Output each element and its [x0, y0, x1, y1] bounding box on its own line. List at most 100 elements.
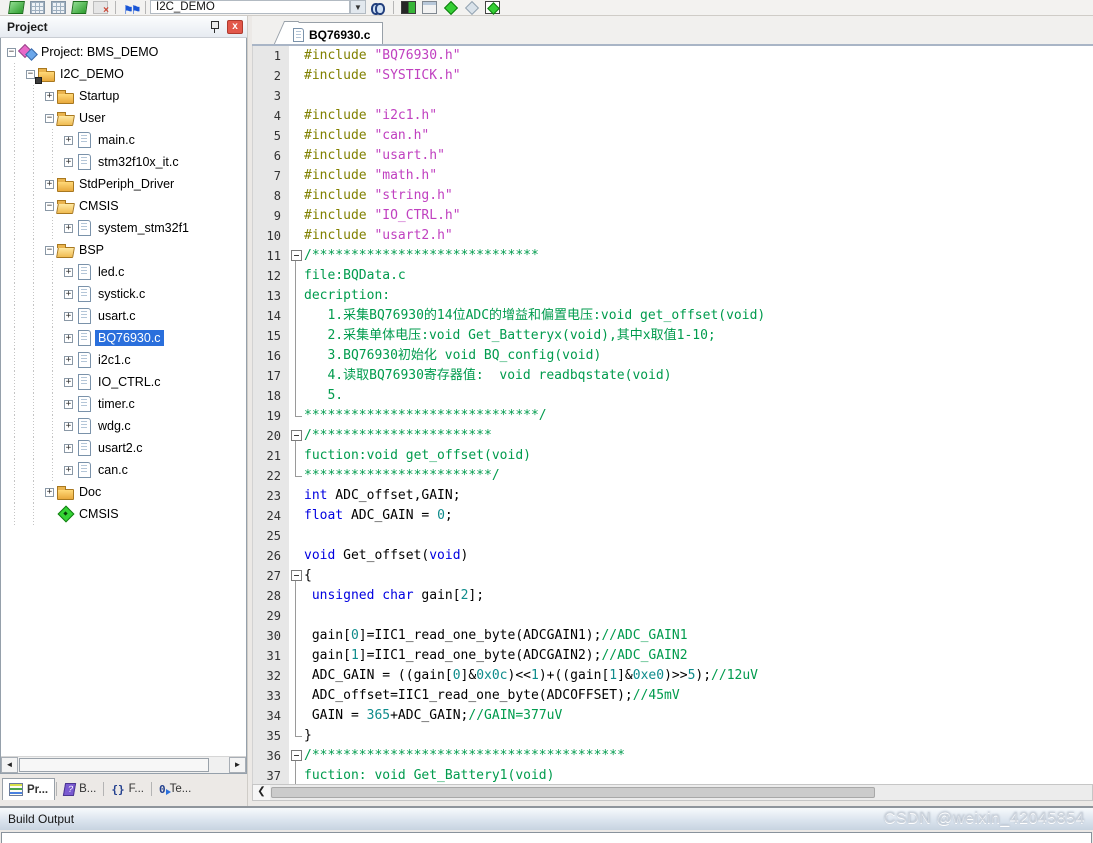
select-software-packs-icon[interactable] [464, 1, 479, 14]
tree-expander[interactable]: + [64, 377, 73, 387]
tree-item-bsp[interactable]: − BSP [1, 239, 246, 261]
tree-expander[interactable]: + [64, 399, 73, 409]
target-select-combo[interactable]: I2C_DEMO [150, 0, 350, 14]
tree-item-i2c-demo[interactable]: − I2C_DEMO [1, 63, 246, 85]
tree-item-usart2-c[interactable]: + usart2.c [1, 437, 246, 459]
tree-guide [24, 217, 43, 239]
line-number: 1 [253, 46, 289, 66]
tree-guide [43, 217, 62, 239]
memory-window-2-icon[interactable] [51, 1, 66, 14]
tree-guide [24, 195, 43, 217]
tree-guide [5, 283, 24, 305]
tree-expander[interactable]: + [45, 487, 54, 497]
tree-item-label: User [79, 111, 106, 125]
code-text: } [304, 728, 312, 743]
tree-expander[interactable]: + [64, 311, 73, 321]
logic-analyzer-icon[interactable] [71, 1, 88, 14]
fold-toggle[interactable] [289, 246, 304, 266]
tree-horizontal-scrollbar[interactable]: ◄ ► [1, 756, 246, 773]
tree-expander[interactable]: + [64, 333, 73, 343]
tree-expander[interactable]: + [64, 267, 73, 277]
tree-item-bq76930-c[interactable]: + BQ76930.c [1, 327, 246, 349]
scrollbar-thumb[interactable] [271, 787, 876, 798]
scroll-right-arrow[interactable]: ► [229, 757, 246, 773]
tree-expander[interactable]: + [45, 179, 54, 189]
tree-item-cmsis[interactable]: − CMSIS [1, 195, 246, 217]
code-line-24: 24 float ADC_GAIN = 0; [253, 506, 1093, 526]
tree-item-startup[interactable]: + Startup [1, 85, 246, 107]
tree-expander[interactable]: + [64, 289, 73, 299]
panel-tab-templates[interactable]: 0 Te... [153, 778, 197, 800]
tree-expander[interactable]: + [64, 355, 73, 365]
tree-item-label: timer.c [98, 397, 135, 411]
tree-item-main-c[interactable]: + main.c [1, 129, 246, 151]
tree-item-usart-c[interactable]: + usart.c [1, 305, 246, 327]
file-icon [75, 351, 95, 369]
fold-guide [289, 126, 304, 146]
file-icon [75, 153, 95, 171]
tree-item-system-stm32f1[interactable]: + system_stm32f1 [1, 217, 246, 239]
editor-horizontal-scrollbar[interactable]: ❮ [252, 784, 1093, 801]
tree-expander[interactable]: + [64, 157, 73, 167]
tree-item-stdperiph-driver[interactable]: + StdPeriph_Driver [1, 173, 246, 195]
tree-item-doc[interactable]: + Doc [1, 481, 246, 503]
tree-expander[interactable]: + [64, 135, 73, 145]
tree-item-project-bms-demo[interactable]: − Project: BMS_DEMO [1, 41, 246, 63]
tree-item-led-c[interactable]: + led.c [1, 261, 246, 283]
tree-expander[interactable]: − [45, 113, 54, 123]
tree-expander[interactable]: + [64, 465, 73, 475]
stop-refresh-icon[interactable] [93, 1, 109, 15]
code-line-26: 26 void Get_offset(void) [253, 546, 1093, 566]
fold-toggle[interactable] [289, 746, 304, 766]
tree-item-timer-c[interactable]: + timer.c [1, 393, 246, 415]
code-editor[interactable]: 1 #include "BQ76930.h" 2 #include "SYSTICK.… [252, 46, 1093, 784]
fold-toggle[interactable] [289, 566, 304, 586]
options-for-target-icon[interactable] [401, 1, 416, 14]
scroll-left-arrow[interactable]: ◄ [1, 757, 18, 773]
manage-rte-icon[interactable] [443, 1, 458, 14]
tree-item-systick-c[interactable]: + systick.c [1, 283, 246, 305]
scroll-left-arrow[interactable]: ❮ [253, 785, 270, 800]
fold-toggle[interactable] [289, 426, 304, 446]
target-select-dropdown[interactable]: ▼ [350, 0, 366, 14]
tree-item-label: StdPeriph_Driver [79, 177, 175, 191]
tree-item-user[interactable]: − User [1, 107, 246, 129]
memory-window-icon[interactable] [30, 1, 45, 14]
tree-item-wdg-c[interactable]: + wdg.c [1, 415, 246, 437]
panel-tab-functions[interactable]: {} F... [105, 778, 150, 800]
system-viewer-icon[interactable] [8, 1, 25, 14]
line-number: 29 [253, 606, 289, 626]
panel-tab-books[interactable]: B... [58, 778, 102, 800]
insert-flag-icon[interactable] [123, 1, 138, 14]
code-text: fuction:void get_offset(void) [304, 448, 531, 463]
line-number: 18 [253, 386, 289, 406]
tree-expander[interactable]: − [45, 201, 54, 211]
tree-expander[interactable]: + [45, 91, 54, 101]
tree-expander[interactable]: + [64, 443, 73, 453]
tree-item-cmsis[interactable]: CMSIS [1, 503, 246, 525]
panel-tab-project-tab[interactable]: Pr... [2, 778, 56, 800]
tree-item-can-c[interactable]: + can.c [1, 459, 246, 481]
tree-item-i2c1-c[interactable]: + i2c1.c [1, 349, 246, 371]
fold-guide [289, 466, 304, 486]
tree-expander[interactable]: − [26, 69, 35, 79]
fold-guide [289, 706, 304, 726]
file-extensions-icon[interactable] [422, 1, 437, 14]
target-marker [35, 77, 42, 84]
project-tree-box: − Project: BMS_DEMO − I2C_DEMO + Startup − User… [0, 38, 247, 774]
tree-expander[interactable]: − [7, 47, 16, 57]
tree-expander[interactable]: + [64, 223, 73, 233]
pin-icon[interactable] [209, 20, 220, 33]
code-line-16: 16 3.BQ76930初始化 void BQ_config(void) [253, 346, 1093, 366]
code-text: #include "can.h" [304, 128, 430, 143]
tree-guide [43, 261, 62, 283]
scrollbar-thumb[interactable] [19, 758, 209, 772]
pack-installer-icon[interactable] [485, 1, 500, 14]
tree-item-io-ctrl-c[interactable]: + IO_CTRL.c [1, 371, 246, 393]
tab-bq76930c[interactable]: BQ76930.c [286, 22, 384, 44]
tree-expander[interactable]: − [45, 245, 54, 255]
find-in-files-icon[interactable] [371, 1, 386, 15]
tree-item-stm32f10x-it-c[interactable]: + stm32f10x_it.c [1, 151, 246, 173]
tree-expander[interactable]: + [64, 421, 73, 431]
close-panel-button[interactable]: x [227, 19, 243, 34]
